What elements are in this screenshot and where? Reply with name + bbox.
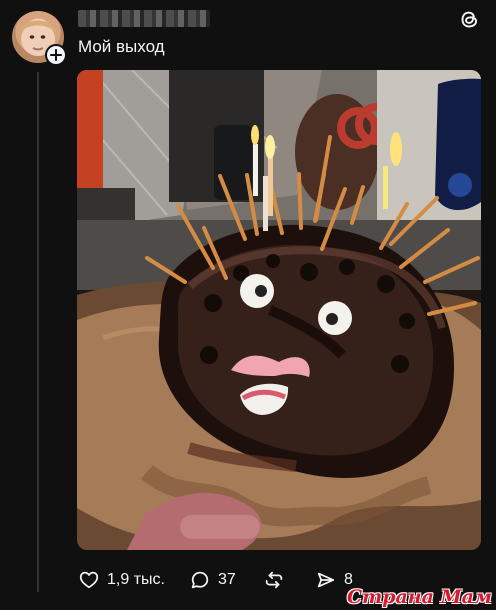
like-count: 1,9 тыс. (107, 571, 165, 588)
comment-count: 37 (218, 571, 236, 588)
follow-button[interactable] (45, 44, 67, 66)
repost-button[interactable] (263, 566, 292, 594)
blurred-username[interactable] (78, 10, 210, 27)
post-photo[interactable] (77, 70, 481, 550)
like-button[interactable]: 1,9 тыс. (78, 566, 165, 594)
heart-icon (79, 571, 99, 589)
share-icon (317, 572, 335, 588)
threads-post: Мой выход 1,9 тыс. 37 8 Страна Мам (0, 0, 496, 610)
watermark: Страна Мам (346, 586, 492, 608)
repost-icon (265, 571, 283, 589)
post-caption: Мой выход (78, 37, 165, 56)
comment-icon (191, 571, 209, 589)
thread-line (37, 72, 39, 592)
threads-icon[interactable] (459, 9, 480, 30)
plus-icon (50, 49, 62, 61)
comment-button[interactable]: 37 (189, 566, 236, 594)
